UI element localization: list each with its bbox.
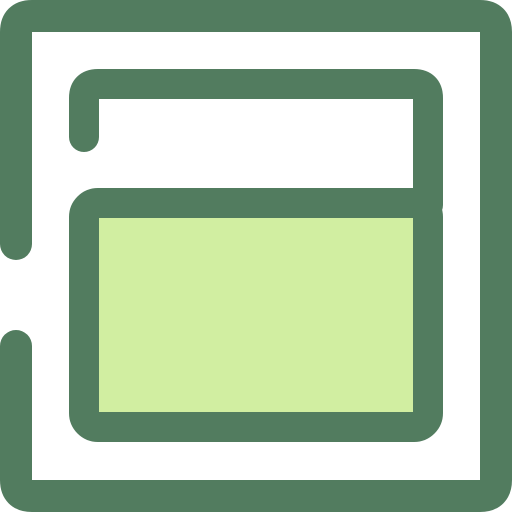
window-content-area [69, 188, 443, 442]
icon-canvas [0, 0, 512, 512]
window-layout-icon [0, 0, 512, 512]
